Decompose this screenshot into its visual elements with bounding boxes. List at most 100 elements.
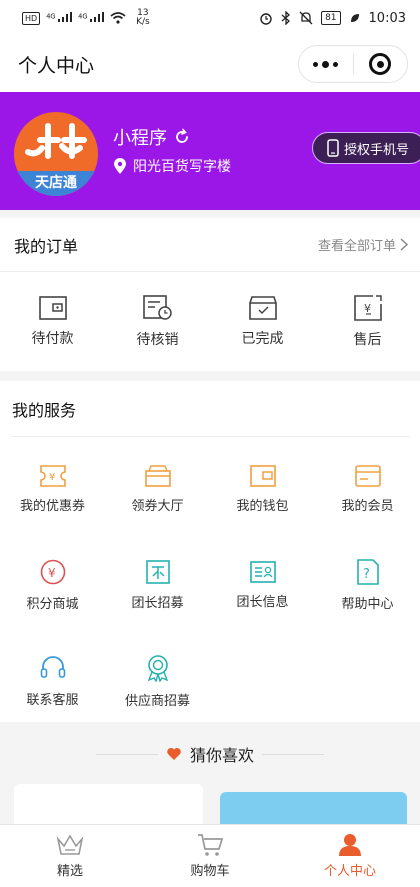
page-title: 个人中心 — [18, 54, 95, 77]
tab-featured[interactable]: 精选 — [0, 825, 140, 887]
divider-line — [95, 753, 158, 755]
order-after-sales[interactable]: ¥ 售后 — [315, 294, 420, 349]
leader-recruit-icon — [145, 559, 170, 584]
signal-bars-icon — [90, 12, 105, 22]
wifi-icon — [110, 12, 126, 24]
clock: 10:03 — [368, 10, 406, 26]
close-target-icon — [369, 53, 392, 75]
authorize-phone-label: 授权手机号 — [343, 142, 409, 158]
alarm-icon — [260, 13, 272, 25]
tab-profile[interactable]: 个人中心 — [280, 825, 420, 887]
orders-header: 我的订单 查看全部订单 — [0, 218, 420, 272]
membership-card-icon — [354, 464, 381, 487]
network-speed: 13 K/s — [136, 9, 150, 27]
leader-info-icon — [249, 560, 276, 583]
service-label: 我的会员 — [341, 498, 394, 514]
service-label: 我的优惠券 — [19, 498, 85, 514]
order-completed[interactable]: 已完成 — [210, 295, 315, 348]
profile-location: 阳光百货写字楼 — [133, 159, 231, 175]
svg-text:?: ? — [363, 567, 370, 582]
services-header: 我的服务 — [10, 381, 410, 437]
service-membership[interactable]: 我的会员 — [315, 441, 420, 537]
svg-text:¥: ¥ — [48, 566, 56, 580]
profile-name: 小程序 — [113, 128, 167, 149]
see-all-orders-label: 查看全部订单 — [317, 239, 396, 254]
coupon-icon: ¥ — [39, 464, 66, 487]
divider-line — [262, 753, 324, 755]
supplier-badge-icon — [147, 654, 168, 682]
hd-badge: HD — [22, 11, 41, 25]
more-button[interactable] — [299, 46, 353, 82]
service-label: 帮助中心 — [341, 596, 394, 612]
speed-unit: K/s — [136, 17, 150, 27]
authorize-phone-button[interactable]: 授权手机号 — [311, 132, 420, 164]
title-bar: 个人中心 — [0, 36, 420, 92]
order-label: 待核销 — [136, 331, 179, 348]
orders-title: 我的订单 — [14, 236, 79, 256]
tab-label: 个人中心 — [323, 864, 376, 879]
refresh-icon[interactable] — [173, 128, 191, 146]
bluetooth-icon — [281, 11, 291, 25]
service-label: 团长招募 — [131, 595, 184, 611]
profile-name-row: 小程序 — [113, 124, 191, 150]
after-sales-icon: ¥ — [353, 294, 382, 321]
chevron-right-icon — [400, 238, 408, 251]
guess-header: 猜你喜欢 — [0, 740, 420, 768]
service-wallet[interactable]: 我的钱包 — [210, 441, 315, 537]
service-label: 联系客服 — [26, 692, 79, 708]
service-help-center[interactable]: ? 帮助中心 — [315, 537, 420, 633]
service-coupons[interactable]: ¥ 我的优惠券 — [0, 441, 105, 537]
status-right: 81 10:03 — [259, 11, 406, 26]
order-pending-payment[interactable]: 待付款 — [0, 295, 105, 348]
tab-label: 精选 — [56, 864, 83, 879]
service-coupon-hall[interactable]: 领券大厅 — [105, 441, 210, 537]
leaf-icon — [350, 14, 359, 22]
services-title: 我的服务 — [12, 400, 77, 420]
cart-icon — [198, 834, 224, 856]
service-label: 供应商招募 — [124, 693, 190, 709]
service-points-mall[interactable]: ¥ 积分商城 — [0, 537, 105, 633]
profile-location-row: 阳光百货写字楼 — [113, 156, 231, 176]
help-icon: ? — [356, 558, 379, 585]
wallet-icon — [249, 464, 276, 487]
completed-box-icon — [248, 295, 277, 320]
signal-1: 4G — [46, 12, 73, 24]
order-label: 已完成 — [241, 330, 284, 347]
avatar-logo-text: 天店通 — [35, 175, 77, 191]
close-miniprogram-button[interactable] — [354, 46, 408, 82]
services-grid: ¥ 我的优惠券 领券大厅 我的钱包 我的会员 ¥ 积分商城 团长招募 团长信息 … — [0, 437, 420, 729]
signal-bars-icon — [58, 12, 73, 22]
product-card[interactable] — [14, 784, 203, 824]
tab-cart[interactable]: 购物车 — [140, 825, 280, 887]
service-leader-info[interactable]: 团长信息 — [210, 537, 315, 633]
order-pending-verify[interactable]: 待核销 — [105, 294, 210, 349]
signal-1-label: 4G — [46, 12, 56, 21]
service-label: 领券大厅 — [131, 498, 184, 514]
tab-label: 购物车 — [190, 864, 230, 879]
mute-bell-icon — [299, 11, 313, 25]
guess-you-like-section: 猜你喜欢 — [0, 732, 420, 824]
person-icon — [339, 834, 361, 856]
services-card: 我的服务 ¥ 我的优惠券 领券大厅 我的钱包 我的会员 ¥ 积分商城 团长招募 — [0, 381, 420, 722]
see-all-orders-link[interactable]: 查看全部订单 — [318, 235, 408, 254]
product-card[interactable] — [220, 792, 407, 824]
phone-icon — [327, 139, 339, 157]
headset-icon — [40, 655, 65, 678]
status-left: HD 4G 4G 13 K/s — [22, 9, 150, 27]
location-pin-icon — [114, 157, 126, 174]
order-label: 售后 — [353, 331, 382, 348]
heart-icon — [167, 748, 181, 760]
profile-header: 天店通 小程序 阳光百货写字楼 授权手机号 — [0, 92, 420, 210]
battery-indicator: 81 — [321, 11, 341, 25]
svg-text:¥: ¥ — [49, 472, 55, 483]
service-supplier-recruit[interactable]: 供应商招募 — [105, 633, 210, 729]
service-label: 团长信息 — [236, 594, 289, 610]
guess-title: 猜你喜欢 — [189, 746, 254, 765]
avatar[interactable]: 天店通 — [14, 112, 98, 196]
more-dots-icon — [313, 60, 339, 68]
service-contact-support[interactable]: 联系客服 — [0, 633, 105, 729]
order-label: 待付款 — [31, 330, 74, 347]
coupon-hall-icon — [144, 464, 171, 487]
wallet-icon — [38, 295, 67, 320]
service-leader-recruit[interactable]: 团长招募 — [105, 537, 210, 633]
